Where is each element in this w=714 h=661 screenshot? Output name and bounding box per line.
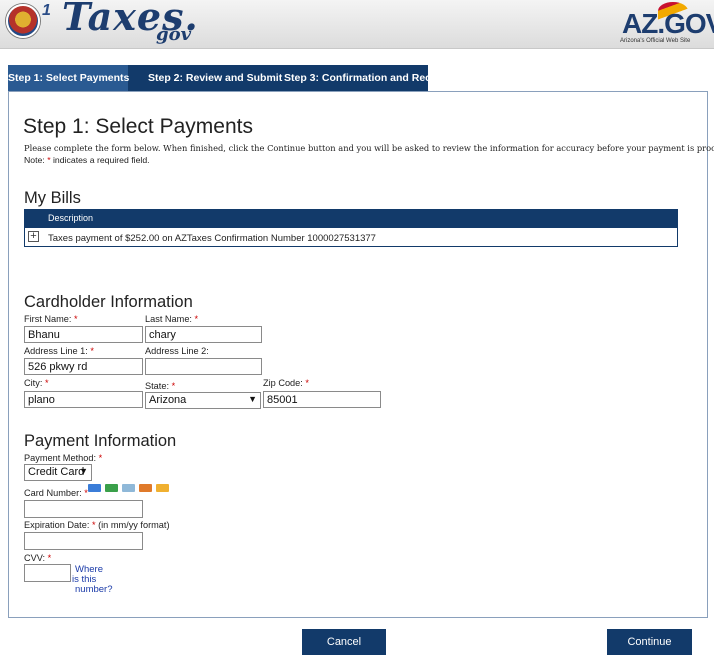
zip-input[interactable] xyxy=(263,391,381,408)
tab-step-1[interactable]: Step 1: Select Payments xyxy=(8,65,129,91)
card-number-input[interactable] xyxy=(24,500,143,518)
logo-prefix: 1 xyxy=(42,2,51,19)
my-bills-heading: My Bills xyxy=(24,189,81,207)
zip-label: Zip Code: * xyxy=(263,378,309,388)
required-star: * xyxy=(194,314,199,324)
cvv-help-link[interactable]: Where is this number? xyxy=(72,565,113,595)
payment-method-label-text: Payment Method: xyxy=(24,453,97,463)
state-label-text: State: xyxy=(145,381,170,391)
first-name-label: First Name: * xyxy=(24,314,78,324)
expiration-label-text: Expiration Date: xyxy=(24,520,90,530)
note-prefix: Note: xyxy=(24,155,48,165)
cancel-button[interactable]: Cancel xyxy=(302,629,386,655)
payment-method-value: Credit Card xyxy=(28,466,85,478)
chevron-down-icon: ▼ xyxy=(79,466,88,476)
required-star: * xyxy=(305,378,309,388)
card-icon-1 xyxy=(88,484,101,492)
state-label: State: * xyxy=(145,381,175,391)
card-icon-3 xyxy=(122,484,135,492)
city-input[interactable] xyxy=(24,391,143,408)
required-star: * xyxy=(47,553,52,563)
zip-label-text: Zip Code: xyxy=(263,378,303,388)
address1-label: Address Line 1: * xyxy=(24,346,94,356)
chevron-down-icon: ▼ xyxy=(248,394,257,404)
bills-table-header xyxy=(25,210,677,228)
card-icon-5 xyxy=(156,484,169,492)
continue-button[interactable]: Continue xyxy=(607,629,692,655)
description-column-header: Description xyxy=(48,213,94,223)
card-number-label: Card Number: * xyxy=(24,488,88,498)
expand-row-icon[interactable]: + xyxy=(28,231,39,242)
expiration-label: Expiration Date: * (in mm/yy format) xyxy=(24,520,170,530)
instructions-text: Please complete the form below. When fin… xyxy=(24,143,714,153)
required-star: * xyxy=(171,381,176,391)
address2-label: Address Line 2: xyxy=(145,346,209,356)
cardholder-heading: Cardholder Information xyxy=(24,293,193,311)
cvv-help-line-3: number? xyxy=(75,584,113,595)
azgov-tagline: Arizona's Official Web Site xyxy=(620,38,691,44)
state-select[interactable]: Arizona ▼ xyxy=(145,392,261,409)
city-label: City: * xyxy=(24,378,49,388)
tab-step-3: Step 3: Confirmation and Receipt xyxy=(284,72,450,84)
cvv-label-text: CVV: xyxy=(24,553,46,563)
cvv-input[interactable] xyxy=(24,564,71,582)
expiration-input[interactable] xyxy=(24,532,143,550)
arizona-seal-icon xyxy=(6,4,40,38)
card-number-label-text: Card Number: xyxy=(24,488,82,498)
required-star: * xyxy=(90,346,94,356)
azgov-logo[interactable]: AZ.GOV xyxy=(622,8,714,40)
bill-description: Taxes payment of $252.00 on AZTaxes Conf… xyxy=(48,233,376,244)
required-star: * xyxy=(98,453,103,463)
required-star: * xyxy=(44,378,49,388)
city-label-text: City: xyxy=(24,378,43,388)
card-icon-2 xyxy=(105,484,118,492)
first-name-label-text: First Name: xyxy=(24,314,72,324)
address1-input[interactable] xyxy=(24,358,143,375)
last-name-input[interactable] xyxy=(145,326,262,343)
cvv-label: CVV: * xyxy=(24,553,51,563)
last-name-label: Last Name: * xyxy=(145,314,198,324)
note-suffix: indicates a required field. xyxy=(50,155,150,165)
aztaxes-logo-suffix: gov xyxy=(156,24,192,45)
first-name-input[interactable] xyxy=(24,326,143,343)
address1-label-text: Address Line 1: xyxy=(24,346,88,356)
expiration-hint: (in mm/yy format) xyxy=(95,520,170,530)
payment-method-select[interactable]: Credit Card ▼ xyxy=(24,464,92,481)
payment-method-label: Payment Method: * xyxy=(24,453,102,463)
page-title: Step 1: Select Payments xyxy=(23,115,253,138)
tab-step-2: Step 2: Review and Submit xyxy=(148,72,283,84)
last-name-label-text: Last Name: xyxy=(145,314,192,324)
address2-input[interactable] xyxy=(145,358,262,375)
required-note: Note: * indicates a required field. xyxy=(24,155,150,165)
required-star: * xyxy=(74,314,78,324)
payment-heading: Payment Information xyxy=(24,432,177,450)
card-icon-4 xyxy=(139,484,152,492)
state-value: Arizona xyxy=(149,394,187,406)
